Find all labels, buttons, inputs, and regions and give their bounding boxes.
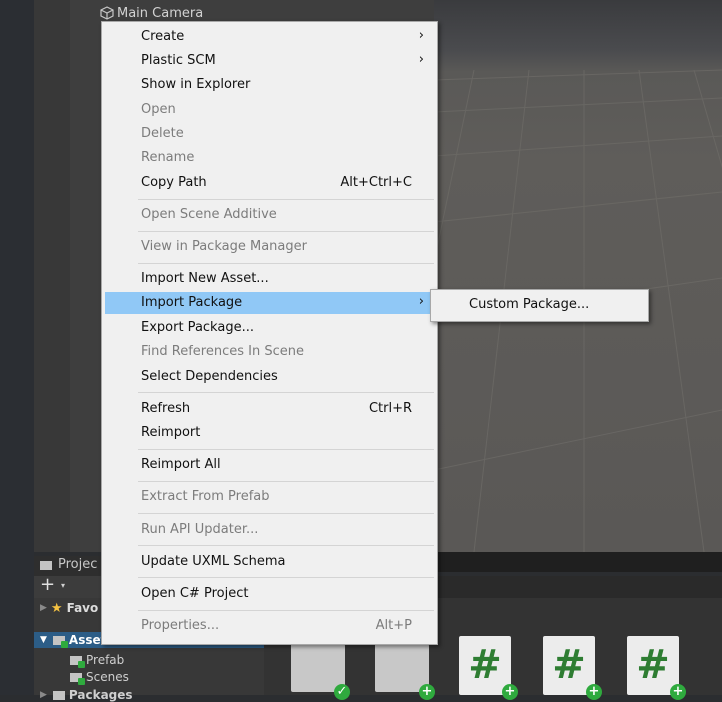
folder-label: Prefab (86, 653, 125, 667)
menu-item-open[interactable]: Open (105, 99, 434, 121)
green-badge-icon: + (502, 684, 518, 700)
chevron-right-icon: › (418, 28, 424, 43)
menu-item-find-references-in-scene[interactable]: Find References In Scene (105, 341, 434, 363)
scene-grid (434, 69, 722, 552)
folder-label: Scenes (86, 670, 129, 684)
menu-separator (138, 199, 434, 200)
assets-folder-icon (52, 635, 68, 648)
menu-item-open-scene-additive[interactable]: Open Scene Additive (105, 204, 434, 226)
folder-icon (70, 655, 85, 668)
menu-separator (138, 263, 434, 264)
add-button[interactable]: + (40, 574, 55, 595)
hierarchy-item-main-camera[interactable]: Main Camera (100, 4, 203, 22)
expand-arrow-icon[interactable]: ▶ (40, 690, 47, 700)
tree-item-packages[interactable]: ▶ Packages (40, 688, 133, 702)
collapse-arrow-icon[interactable]: ▼ (40, 635, 47, 645)
menu-item-shortcut: Alt+Ctrl+C (340, 175, 412, 190)
chevron-right-icon: › (418, 294, 424, 309)
menu-item-shortcut: Alt+P (375, 618, 412, 633)
favorites-label: Favo (66, 601, 99, 615)
menu-item-label: Export Package... (141, 320, 254, 335)
menu-item-delete[interactable]: Delete (105, 123, 434, 145)
menu-item-properties[interactable]: Properties... Alt+P (105, 615, 434, 637)
project-folder-icon (40, 561, 52, 570)
green-badge-icon: + (419, 684, 435, 700)
menu-item-reimport-all[interactable]: Reimport All (105, 454, 434, 476)
menu-item-plastic-scm[interactable]: Plastic SCM › (105, 50, 434, 72)
menu-item-label: Show in Explorer (141, 77, 251, 92)
menu-item-extract-from-prefab[interactable]: Extract From Prefab (105, 486, 434, 508)
menu-item-label: Select Dependencies (141, 369, 278, 384)
menu-item-shortcut: Ctrl+R (368, 401, 412, 416)
menu-item-label: Open C# Project (141, 586, 249, 601)
import-package-submenu: Custom Package... (430, 289, 649, 322)
menu-item-reimport[interactable]: Reimport (105, 422, 434, 444)
menu-separator (138, 513, 434, 514)
folder-icon (70, 672, 85, 685)
folder-icon (52, 690, 65, 700)
expand-arrow-icon[interactable]: ▶ (40, 603, 47, 613)
menu-item-rename[interactable]: Rename (105, 147, 434, 169)
tree-item-prefab[interactable]: Prefab (70, 653, 125, 668)
star-icon: ★ (50, 600, 63, 616)
menu-separator (138, 577, 434, 578)
chevron-down-icon[interactable]: ▾ (61, 581, 65, 590)
menu-item-label: Custom Package... (469, 297, 590, 312)
menu-item-label: Update UXML Schema (141, 554, 286, 569)
menu-item-label: Delete (141, 126, 184, 141)
green-badge-icon: + (670, 684, 686, 700)
chevron-right-icon: › (418, 52, 424, 67)
menu-separator (138, 449, 434, 450)
project-tab-label: Projec (58, 557, 98, 572)
asset-folder-icon[interactable] (375, 638, 429, 692)
menu-item-label: Import Package (141, 295, 243, 310)
menu-item-open-csharp-project[interactable]: Open C# Project (105, 583, 434, 605)
menu-item-label: Reimport (141, 425, 201, 440)
menu-item-view-in-package-manager[interactable]: View in Package Manager (105, 236, 434, 258)
menu-item-label: Reimport All (141, 457, 221, 472)
menu-item-label: Open Scene Additive (141, 207, 277, 222)
menu-item-label: Plastic SCM (141, 53, 216, 68)
menu-item-import-new-asset[interactable]: Import New Asset... (105, 268, 434, 290)
menu-item-select-dependencies[interactable]: Select Dependencies (105, 366, 434, 388)
menu-item-copy-path[interactable]: Copy Path Alt+Ctrl+C (105, 172, 434, 194)
main-camera-label: Main Camera (117, 5, 204, 21)
menu-separator (138, 231, 434, 232)
menu-item-label: Refresh (141, 401, 191, 416)
menu-item-export-package[interactable]: Export Package... (105, 317, 434, 339)
project-search-strip (434, 576, 722, 598)
menu-item-update-uxml-schema[interactable]: Update UXML Schema (105, 551, 434, 573)
menu-item-label: Run API Updater... (141, 522, 259, 537)
menu-item-run-api-updater[interactable]: Run API Updater... (105, 519, 434, 541)
scene-view[interactable] (434, 0, 722, 552)
context-menu: Create › Plastic SCM › Show in Explorer … (101, 21, 438, 645)
menu-item-import-package[interactable]: Import Package › (105, 292, 434, 314)
green-badge-icon: + (586, 684, 602, 700)
menu-separator (138, 392, 434, 393)
tree-item-scenes[interactable]: Scenes (70, 670, 129, 685)
packages-label: Packages (68, 688, 133, 702)
menu-item-label: Properties... (141, 618, 220, 633)
menu-separator (138, 481, 434, 482)
gameobject-cube-icon (100, 6, 114, 20)
menu-separator (138, 610, 434, 611)
menu-item-label: Extract From Prefab (141, 489, 270, 504)
green-badge-icon: ✓ (334, 684, 350, 700)
menu-item-label: Find References In Scene (141, 344, 304, 359)
menu-item-label: Open (141, 102, 176, 117)
menu-item-label: Create (141, 29, 185, 44)
menu-item-label: Copy Path (141, 175, 207, 190)
menu-item-label: Rename (141, 150, 195, 165)
left-dock-strip (0, 0, 34, 695)
menu-separator (138, 545, 434, 546)
menu-item-label: Import New Asset... (141, 271, 269, 286)
menu-item-custom-package[interactable]: Custom Package... (434, 294, 645, 316)
menu-item-create[interactable]: Create › (105, 26, 434, 48)
menu-item-label: View in Package Manager (141, 239, 307, 254)
menu-item-show-in-explorer[interactable]: Show in Explorer (105, 74, 434, 96)
favorites-row[interactable]: ▶ ★ Favo (40, 600, 98, 616)
scene-view-footer (434, 552, 722, 572)
menu-item-refresh[interactable]: Refresh Ctrl+R (105, 398, 434, 420)
